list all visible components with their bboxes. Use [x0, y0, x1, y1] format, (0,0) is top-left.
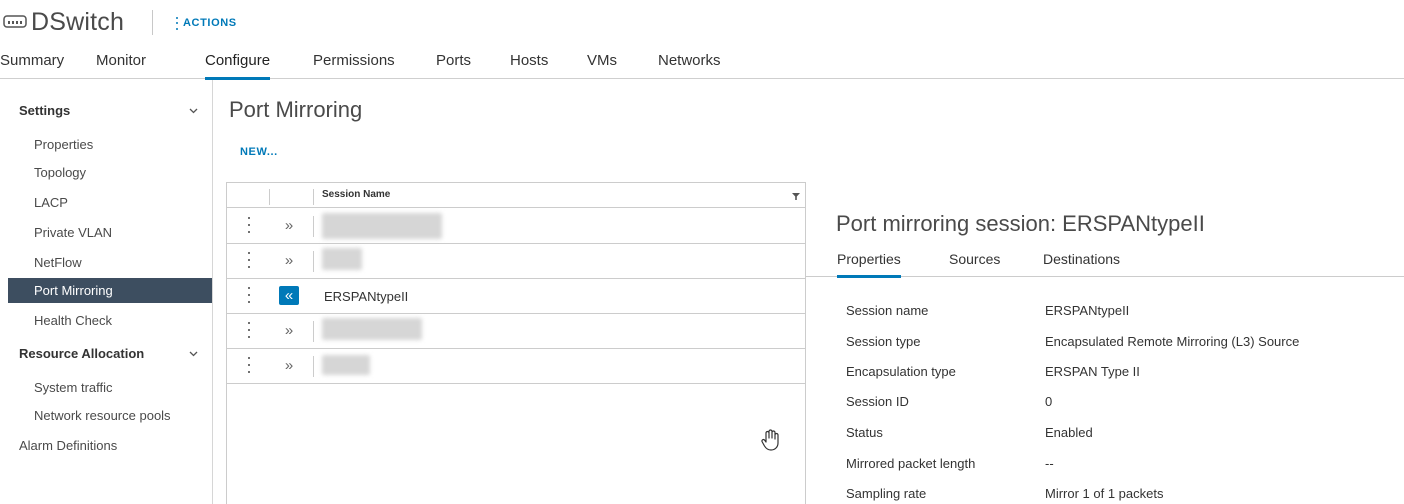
row-actions-icon[interactable]: [247, 252, 251, 268]
grid-header: Session Name: [227, 183, 805, 208]
expand-details-icon[interactable]: »: [279, 216, 299, 235]
property-value: --: [1045, 456, 1054, 471]
redacted-session-name: [322, 213, 442, 239]
session-name-cell: ERSPANtypeII: [324, 289, 409, 304]
sidebar-item-private-vlan[interactable]: Private VLAN: [34, 225, 112, 240]
tab-destinations[interactable]: Destinations: [1043, 251, 1120, 277]
tab-networks[interactable]: Networks: [658, 52, 721, 79]
column-separator: [313, 216, 314, 237]
sidebar-item-network-resource-pools[interactable]: Network resource pools: [34, 408, 171, 423]
property-label: Status: [846, 425, 883, 440]
row-actions-icon[interactable]: [247, 322, 251, 338]
redacted-session-name: [322, 248, 362, 270]
network-switch-icon: [3, 15, 27, 28]
sidebar-item-properties[interactable]: Properties: [34, 137, 93, 152]
sidebar-item-topology[interactable]: Topology: [34, 165, 86, 180]
chevron-down-icon[interactable]: [189, 349, 198, 358]
tab-sources[interactable]: Sources: [949, 251, 1000, 277]
sidebar-group-settings[interactable]: Settings: [19, 103, 70, 118]
collapse-details-icon[interactable]: «: [279, 286, 299, 305]
property-label: Sampling rate: [846, 486, 927, 501]
status-value: Enabled: [1045, 425, 1093, 440]
tab-vms[interactable]: VMs: [587, 52, 617, 79]
expand-details-icon[interactable]: »: [279, 356, 299, 375]
column-separator: [269, 189, 270, 205]
expand-details-icon[interactable]: »: [279, 321, 299, 340]
hand-cursor-icon: [761, 429, 779, 451]
redacted-session-name: [322, 318, 422, 340]
sidebar-item-health-check[interactable]: Health Check: [34, 313, 112, 328]
property-value: 0: [1045, 394, 1053, 409]
row-actions-icon[interactable]: [247, 217, 251, 233]
redacted-session-name: [322, 355, 370, 375]
page-title: Port Mirroring: [229, 97, 363, 122]
sidebar-item-netflow[interactable]: NetFlow: [34, 255, 82, 270]
column-header-session-name[interactable]: Session Name: [322, 189, 390, 200]
expand-details-icon[interactable]: »: [279, 251, 299, 270]
tab-configure[interactable]: Configure: [205, 52, 271, 80]
sidebar-group-resource-allocation[interactable]: Resource Allocation: [19, 346, 144, 361]
sessions-grid: Session Name » » « ERSPANtypeII » »: [226, 182, 806, 504]
tab-permissions[interactable]: Permissions: [313, 52, 395, 79]
detail-tabs: Properties Sources Destinations: [806, 243, 1404, 278]
property-label: Mirrored packet length: [846, 456, 976, 471]
table-row[interactable]: »: [227, 314, 805, 349]
kebab-icon: [176, 16, 178, 30]
object-tabs: Summary Monitor Configure Permissions Po…: [0, 46, 1404, 80]
sidebar-item-port-mirroring[interactable]: Port Mirroring: [8, 278, 212, 303]
column-separator: [313, 356, 314, 377]
column-separator: [313, 189, 314, 205]
tab-hosts[interactable]: Hosts: [510, 52, 548, 79]
property-value: Mirror 1 of 1 packets: [1045, 486, 1164, 501]
filter-icon[interactable]: [792, 193, 800, 200]
sidebar-divider: [212, 80, 213, 504]
column-separator: [313, 321, 314, 342]
property-value: Encapsulated Remote Mirroring (L3) Sourc…: [1045, 334, 1300, 349]
column-separator: [313, 251, 314, 272]
table-row[interactable]: »: [227, 209, 805, 244]
actions-label: ACTIONS: [183, 17, 237, 29]
actions-menu-button[interactable]: ACTIONS: [176, 15, 237, 31]
property-label: Session name: [846, 303, 929, 318]
table-row[interactable]: »: [227, 244, 805, 279]
header-divider: [152, 10, 153, 35]
row-actions-icon[interactable]: [247, 357, 251, 373]
chevron-down-icon[interactable]: [189, 106, 198, 115]
tab-summary[interactable]: Summary: [0, 52, 64, 79]
row-actions-icon[interactable]: [247, 287, 251, 303]
detail-title: Port mirroring session: ERSPANtypeII: [836, 211, 1205, 236]
object-header: DSwitch ACTIONS: [0, 0, 1404, 40]
tab-monitor[interactable]: Monitor: [96, 52, 146, 79]
property-label: Encapsulation type: [846, 364, 956, 379]
tab-properties[interactable]: Properties: [837, 251, 901, 278]
object-title: DSwitch: [31, 8, 125, 36]
sidebar-item-system-traffic[interactable]: System traffic: [34, 380, 113, 395]
table-row[interactable]: « ERSPANtypeII: [227, 279, 805, 314]
property-value: ERSPANtypeII: [1045, 303, 1130, 318]
table-row[interactable]: »: [227, 349, 805, 384]
new-session-button[interactable]: NEW...: [240, 146, 278, 158]
property-label: Session type: [846, 334, 921, 349]
sidebar-item-alarm-definitions[interactable]: Alarm Definitions: [19, 438, 117, 453]
sidebar-item-lacp[interactable]: LACP: [34, 195, 68, 210]
property-label: Session ID: [846, 394, 909, 409]
tab-ports[interactable]: Ports: [436, 52, 471, 79]
property-value: ERSPAN Type II: [1045, 364, 1140, 379]
